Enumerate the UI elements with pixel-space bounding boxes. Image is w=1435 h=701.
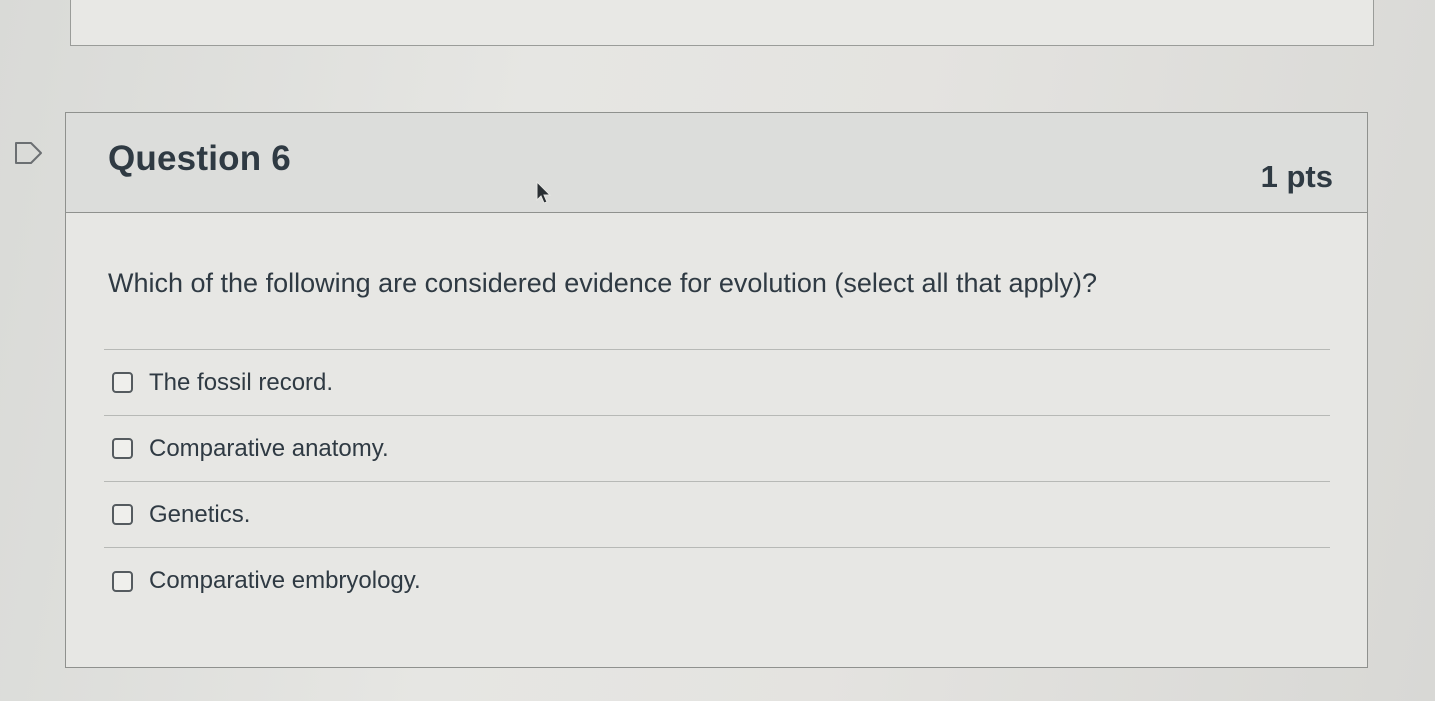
answer-option[interactable]: Genetics.: [104, 482, 1330, 548]
answer-label[interactable]: Comparative anatomy.: [149, 435, 389, 463]
question-text: Which of the following are considered ev…: [108, 268, 1098, 298]
question-title: Question 6: [108, 139, 291, 178]
question-points: 1 pts: [1260, 159, 1333, 194]
answer-option[interactable]: Comparative anatomy.: [104, 416, 1330, 482]
flag-question-icon[interactable]: [14, 138, 44, 168]
answer-list: The fossil record. Comparative anatomy. …: [104, 349, 1330, 614]
answer-option[interactable]: Comparative embryology.: [104, 548, 1330, 614]
answer-option[interactable]: The fossil record.: [104, 350, 1330, 416]
answer-label[interactable]: Genetics.: [149, 501, 250, 529]
answer-checkbox[interactable]: [112, 570, 133, 592]
previous-question-box: [70, 0, 1374, 46]
answer-checkbox[interactable]: [112, 438, 133, 459]
answer-label[interactable]: The fossil record.: [149, 369, 333, 397]
mouse-cursor-icon: [536, 180, 552, 205]
answer-checkbox[interactable]: [112, 372, 133, 393]
answer-checkbox[interactable]: [112, 504, 133, 525]
question-card: Question 6 1 pts Which of the following …: [65, 112, 1368, 668]
question-header: Question 6 1 pts: [66, 113, 1367, 213]
answer-label[interactable]: Comparative embryology.: [149, 567, 421, 595]
